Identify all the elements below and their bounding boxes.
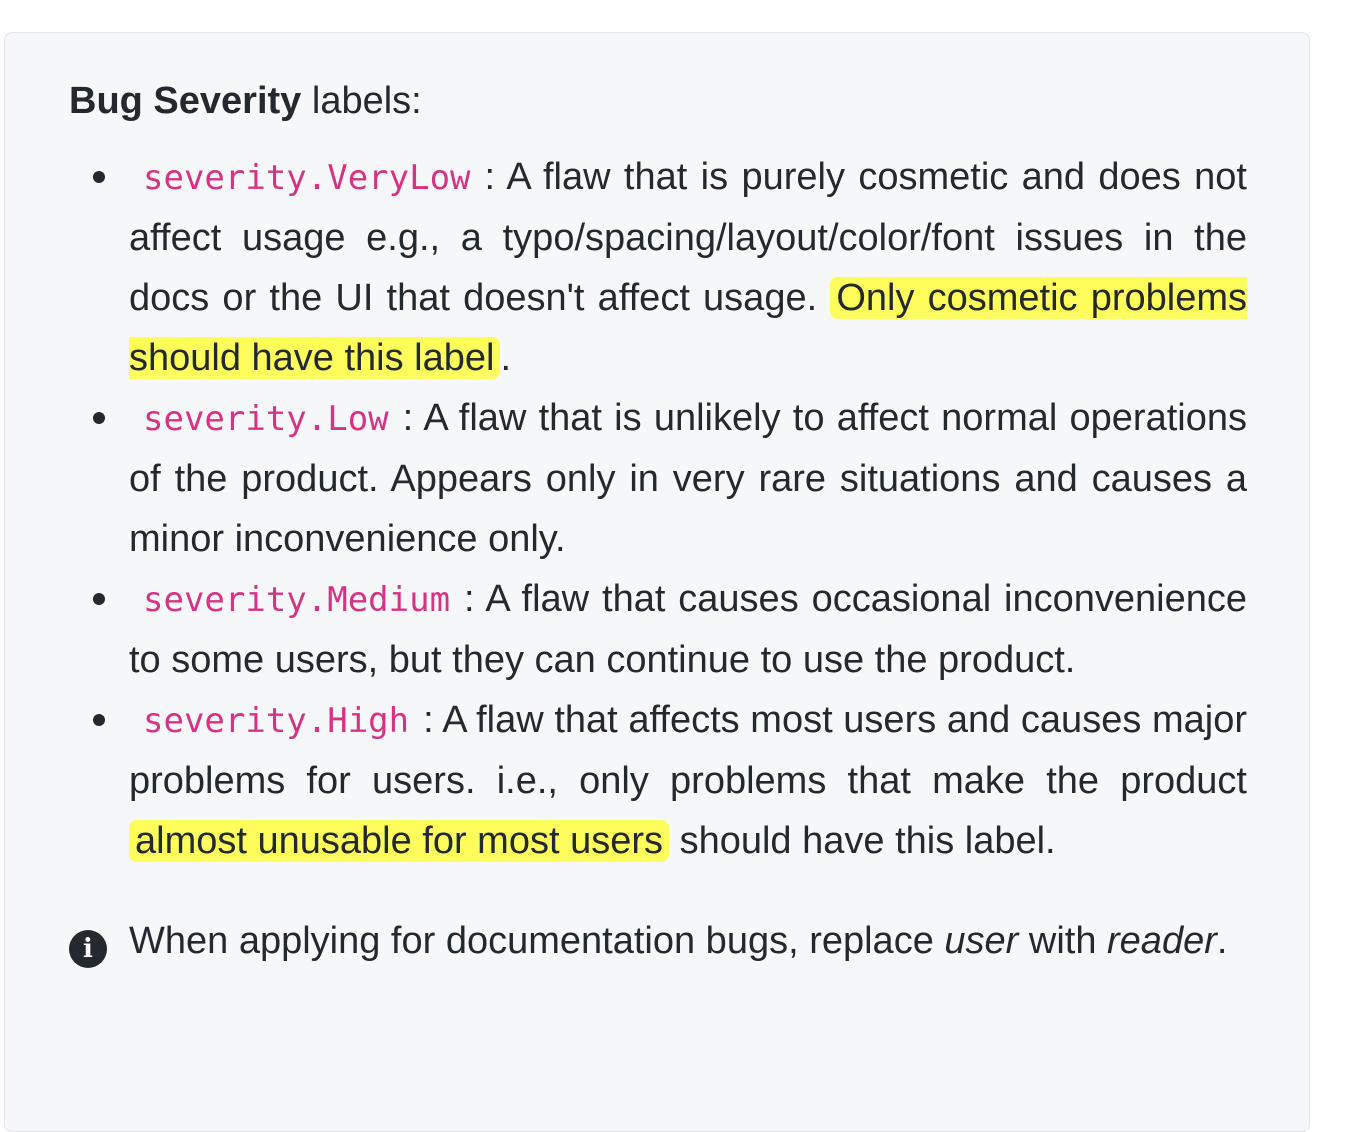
note-text-3: . [1216, 920, 1228, 962]
severity-code-medium: severity.Medium [143, 580, 451, 620]
severity-code-low: severity.Low [143, 399, 389, 439]
bullet-icon [93, 714, 105, 726]
info-note: i When applying for documentation bugs, r… [69, 911, 1247, 971]
bullet-icon [93, 593, 105, 605]
heading-bold: Bug Severity [69, 80, 302, 122]
list-item-medium: severity.Medium: A flaw that causes occa… [93, 569, 1247, 690]
list-item-low: severity.Low: A flaw that is unlikely to… [93, 388, 1247, 569]
severity-list: severity.VeryLow: A flaw that is purely … [69, 147, 1247, 871]
list-item-high: severity.High: A flaw that affects most … [93, 690, 1247, 871]
item-tail: should have this label. [669, 820, 1056, 862]
bullet-icon [93, 412, 105, 424]
item-tail: . [500, 337, 512, 379]
note-emphasis-user: user [944, 920, 1019, 962]
note-text-1: When applying for documentation bugs, re… [129, 920, 945, 962]
info-card: Bug Severity labels: severity.VeryLow: A… [4, 32, 1310, 1132]
section-heading: Bug Severity labels: [69, 71, 1247, 131]
info-icon: i [69, 930, 107, 968]
highlight-text: almost unusable for most users [129, 820, 670, 862]
severity-code-high: severity.High [143, 701, 410, 741]
bullet-icon [93, 171, 105, 183]
note-emphasis-reader: reader [1107, 920, 1217, 962]
severity-code-verylow: severity.VeryLow [143, 158, 471, 198]
heading-rest: labels: [301, 80, 422, 122]
card-content: Bug Severity labels: severity.VeryLow: A… [69, 71, 1247, 971]
note-text-2: with [1018, 920, 1108, 962]
list-item-verylow: severity.VeryLow: A flaw that is purely … [93, 147, 1247, 388]
